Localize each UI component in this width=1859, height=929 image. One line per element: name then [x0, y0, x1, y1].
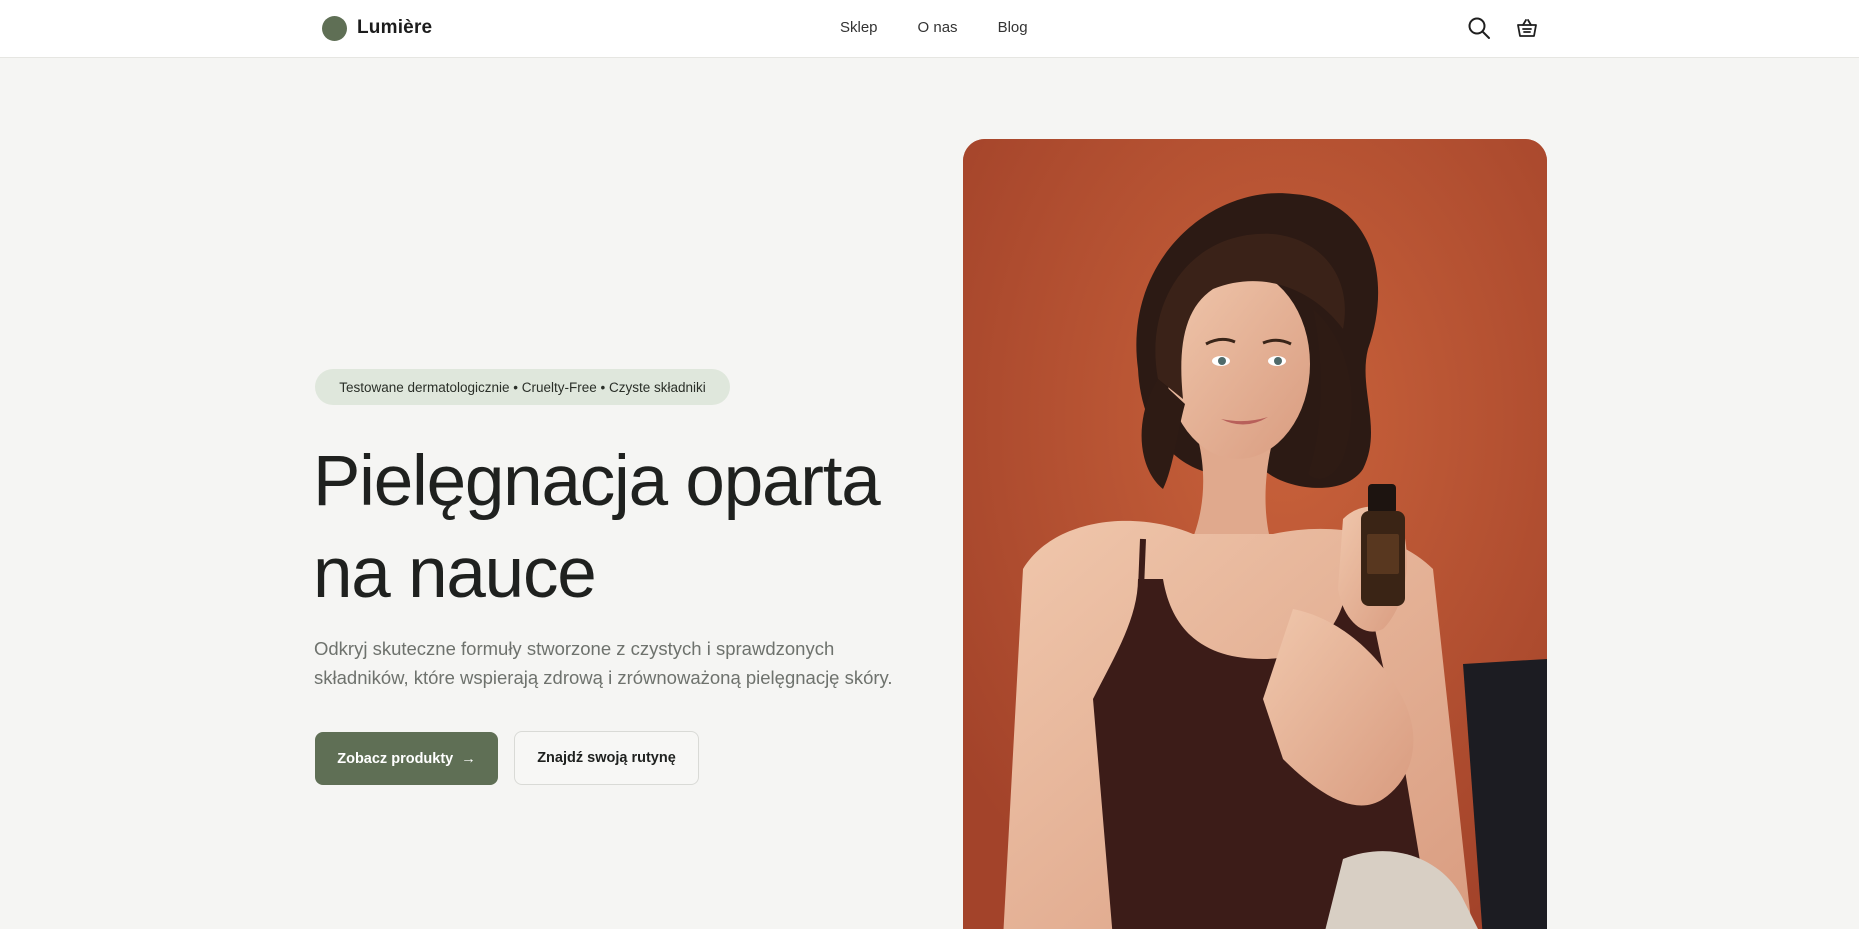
search-icon[interactable]	[1465, 14, 1493, 42]
basket-icon[interactable]	[1513, 14, 1541, 42]
nav-link-about[interactable]: O nas	[918, 19, 958, 36]
view-products-button[interactable]: Zobacz produkty →	[315, 732, 498, 785]
logo-mark-icon	[322, 15, 347, 41]
find-routine-button[interactable]: Znajdź swoją rutynę	[514, 731, 699, 785]
brand-logo[interactable]: Lumière	[322, 15, 432, 41]
nav-link-shop[interactable]: Sklep	[840, 19, 878, 36]
view-products-label: Zobacz produkty	[337, 750, 454, 767]
nav-link-blog[interactable]: Blog	[998, 19, 1028, 36]
hero-headline: Pielęgnacja oparta na nauce	[313, 442, 881, 613]
site-header: Lumière Sklep O nas Blog	[0, 0, 1859, 58]
main-nav: Sklep O nas Blog	[840, 19, 1028, 36]
hero-subtext: Odkryj skuteczne formuły stworzone z czy…	[314, 638, 893, 688]
arrow-right-icon: →	[461, 750, 476, 767]
trust-badge: Testowane dermatologicznie • Cruelty-Fre…	[315, 369, 730, 405]
hero-portrait	[963, 139, 1547, 929]
hero-image	[963, 139, 1547, 929]
brand-name: Lumière	[357, 17, 433, 38]
